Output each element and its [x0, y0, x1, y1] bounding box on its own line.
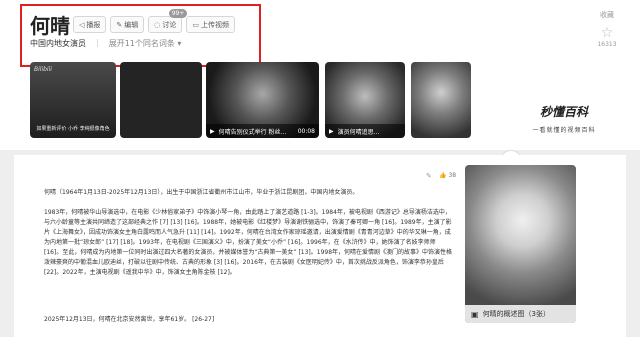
- thumbs-up-icon: 👍: [439, 172, 447, 179]
- play-icon: ▶: [329, 127, 334, 135]
- video-info-bar: ▶ 演员何晴追思…: [325, 124, 405, 138]
- speaker-icon: ◁: [79, 20, 85, 29]
- media-carousel: Bilibili 如果重新评价 小乔 李纯很像角色 ▶ 何晴告别仪式举行 粉丝……: [30, 62, 522, 172]
- video-tile-blank: [120, 62, 202, 138]
- video-tile-3[interactable]: ▶ 演员何晴追思…: [325, 62, 405, 138]
- broadcast-button[interactable]: ◁ 播报: [73, 16, 107, 33]
- video-duration: 00:08: [297, 127, 315, 135]
- video-title: 演员何晴追思…: [337, 128, 380, 136]
- discuss-button[interactable]: ◌ 讨论 99+: [148, 9, 188, 33]
- action-bar: ◁ 播报 ✎ 编辑 ◌ 讨论 99+ ▭ 上传视频: [73, 9, 235, 33]
- upload-video-button[interactable]: ▭ 上传视频: [186, 16, 235, 33]
- entry-subtitle-row: 中国内地女演员 | 展开11个同名词条 ▾: [30, 38, 181, 49]
- collect-label: 收藏: [600, 11, 614, 19]
- pencil-icon: ✎: [116, 20, 123, 29]
- play-icon: ▶: [210, 127, 215, 135]
- video-caption: 如果重新评价 小乔 李纯很像角色: [36, 126, 110, 132]
- video-tile-2[interactable]: ▶ 何晴告别仪式举行 粉丝… 00:08: [206, 62, 319, 138]
- speech-bubble-icon: ◌: [154, 20, 161, 29]
- summary-photo[interactable]: ▣ 何晴的概述图（3张）: [465, 165, 576, 323]
- logo-title: 秒懂百科: [539, 105, 588, 119]
- logo-slogan: 一看就懂的视频百科: [532, 127, 596, 134]
- video-tile-1[interactable]: Bilibili 如果重新评价 小乔 李纯很像角色: [30, 62, 116, 138]
- image-gallery-icon: ▣: [471, 309, 479, 319]
- broadcast-label: 播报: [86, 20, 101, 29]
- summary-paragraph-3: 2025年12月13日，何晴在北京安然离世，享年61岁。 [26-27]: [44, 316, 215, 323]
- entry-subtitle: 中国内地女演员: [30, 39, 86, 48]
- edit-label: 编辑: [124, 20, 139, 29]
- collect-button[interactable]: 收藏 ☆ 16313: [592, 10, 622, 48]
- like-button[interactable]: 👍 38: [439, 172, 456, 179]
- edit-button[interactable]: ✎ 编辑: [110, 16, 145, 33]
- entry-title: 何晴: [30, 14, 70, 38]
- image-tile[interactable]: [411, 62, 471, 138]
- pencil-icon[interactable]: ✎: [426, 172, 432, 180]
- video-title: 何晴告别仪式举行 粉丝…: [218, 128, 287, 136]
- discuss-label: 讨论: [162, 20, 177, 29]
- like-count: 38: [448, 172, 457, 179]
- discuss-count-badge: 99+: [168, 9, 188, 18]
- miaodong-baike-logo: 秒懂百科 一看就懂的视频百科: [509, 103, 619, 134]
- entry-header: 何晴 ◁ 播报 ✎ 编辑 ◌ 讨论 99+ ▭ 上传视频 中国内地女演员 | 展…: [0, 0, 640, 172]
- summary-paragraph-2: 1983年，何晴被华山导演选中，在电影《少林俗家弟子》中饰演小琴一角，由此踏上了…: [44, 209, 453, 276]
- photo-caption-bar: ▣ 何晴的概述图（3张）: [465, 305, 576, 323]
- photo-caption: 何晴的概述图（3张）: [482, 310, 551, 318]
- upload-video-label: 上传视频: [201, 20, 229, 29]
- summary-card: ✎ 👍 38 何晴（1964年1月13日-2025年12月13日），出生于中国浙…: [14, 155, 626, 337]
- star-icon: ☆: [600, 25, 614, 41]
- divider: |: [96, 38, 99, 47]
- video-icon: ▭: [192, 20, 199, 29]
- bilibili-logo: Bilibili: [34, 66, 52, 73]
- expand-entries-link[interactable]: 展开11个同名词条 ▾: [109, 38, 182, 49]
- summary-paragraph-1: 何晴（1964年1月13日-2025年12月13日），出生于中国浙江省衢州市江山…: [44, 189, 359, 196]
- video-info-bar: ▶ 何晴告别仪式举行 粉丝… 00:08: [206, 124, 319, 138]
- collect-count: 16313: [597, 41, 617, 48]
